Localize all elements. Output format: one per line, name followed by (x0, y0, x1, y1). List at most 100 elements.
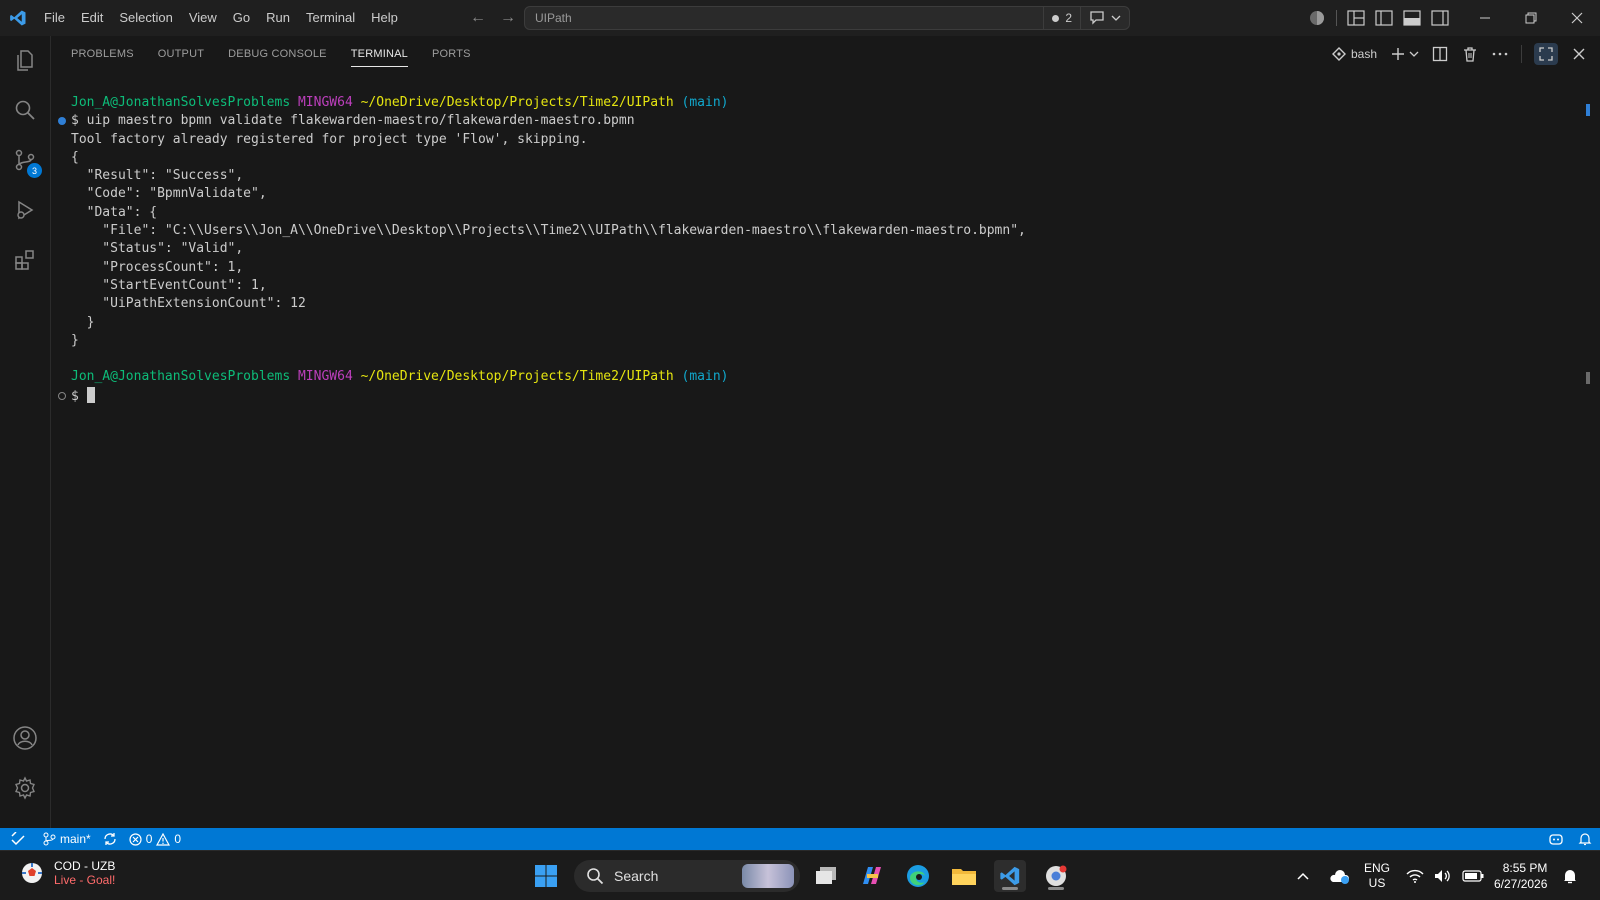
sync-icon (104, 833, 116, 845)
restore-button[interactable] (1508, 0, 1554, 36)
split-terminal-button[interactable] (1431, 45, 1449, 63)
account-circle-icon[interactable] (1308, 9, 1326, 27)
widgets-button[interactable]: COD - UZB Live - Goal! (20, 859, 115, 887)
search-button[interactable] (0, 86, 50, 134)
status-bar-right (1548, 828, 1592, 850)
vscode-taskbar-button[interactable] (994, 860, 1026, 892)
terminal-cursor (86, 386, 95, 403)
start-button[interactable] (530, 860, 562, 892)
copilot-app-button[interactable] (856, 860, 888, 892)
terminal-command-line: $ uip maestro bpmn validate flakewarden-… (58, 112, 1571, 130)
command-center[interactable]: UIPath 2 (524, 6, 1130, 30)
language-indicator[interactable]: ENG US (1364, 851, 1390, 900)
prompt-user: Jon_A@JonathanSolvesProblems (71, 369, 291, 385)
toggle-primary-sidebar-icon[interactable] (1375, 10, 1393, 26)
menu-selection[interactable]: Selection (111, 0, 180, 36)
active-app-indicator (1048, 887, 1064, 890)
toggle-panel-icon[interactable] (1403, 10, 1421, 26)
warning-icon (156, 832, 171, 846)
customize-layout-icon[interactable] (1347, 10, 1365, 26)
terminal-output-line: "Result": "Success", (71, 168, 244, 184)
problems-indicator[interactable]: 0 0 (123, 832, 187, 846)
notification-center-button[interactable] (1562, 851, 1578, 900)
prompt-env: MINGW64 (297, 369, 353, 385)
terminal-bash-icon (1331, 47, 1346, 61)
run-debug-button[interactable] (0, 186, 50, 234)
more-actions-button[interactable] (1491, 45, 1509, 63)
copilot-icon[interactable] (1548, 832, 1564, 846)
chrome-browser-icon (1046, 865, 1067, 886)
forward-arrow-icon[interactable]: → (500, 9, 516, 27)
run-debug-icon (17, 200, 34, 220)
onedrive-tray-button[interactable] (1328, 851, 1350, 900)
menu-run[interactable]: Run (258, 0, 298, 36)
terminal-output-line: "UiPathExtensionCount": 12 (71, 296, 306, 312)
menu-terminal[interactable]: Terminal (298, 0, 363, 36)
tab-problems[interactable]: PROBLEMS (71, 36, 134, 72)
maximize-panel-button[interactable] (1534, 43, 1558, 65)
tab-ports[interactable]: PORTS (432, 36, 471, 72)
error-icon (129, 832, 142, 846)
sync-button[interactable] (97, 832, 123, 846)
widget-subtitle: Live - Goal! (54, 873, 116, 887)
extensions-icon (15, 250, 34, 270)
bell-icon[interactable] (1578, 832, 1592, 846)
system-tray-chevron[interactable] (1296, 851, 1310, 900)
scrollbar-marker (1586, 104, 1590, 116)
notifications-indicator[interactable]: 2 (1043, 7, 1080, 29)
widget-text: COD - UZB Live - Goal! (54, 859, 115, 887)
menu-edit[interactable]: Edit (73, 0, 111, 36)
windows-logo-icon (535, 865, 557, 887)
source-control-badge: 3 (27, 163, 42, 178)
explorer-button[interactable] (0, 36, 50, 84)
tab-terminal[interactable]: TERMINAL (350, 36, 409, 72)
terminal-profile-dropdown[interactable] (1409, 45, 1419, 63)
edge-browser-icon (907, 865, 929, 887)
new-terminal-button[interactable] (1389, 45, 1407, 63)
active-app-indicator (1002, 887, 1018, 890)
terminal-input-line[interactable]: $ (58, 386, 1571, 405)
remote-button[interactable] (0, 828, 36, 850)
terminal-output[interactable]: Jon_A@JonathanSolvesProblems MINGW64 ~/O… (58, 94, 1571, 405)
minimize-button[interactable] (1462, 0, 1508, 36)
toggle-secondary-sidebar-icon[interactable] (1431, 10, 1449, 26)
extensions-button[interactable] (0, 236, 50, 284)
quick-settings-button[interactable] (1406, 851, 1484, 900)
terminal-output-line: } (71, 314, 95, 330)
menu-go[interactable]: Go (225, 0, 258, 36)
plus-icon (1392, 48, 1404, 60)
menu-file[interactable]: File (36, 0, 73, 36)
chrome-taskbar-button[interactable] (1040, 860, 1072, 892)
terminal-prompt: Jon_A@JonathanSolvesProblems MINGW64 ~/O… (71, 368, 1571, 386)
chat-button[interactable] (1080, 7, 1129, 29)
volume-icon (1435, 870, 1450, 882)
clock-date: 6/27/2026 (1494, 877, 1548, 891)
close-window-button[interactable] (1554, 0, 1600, 36)
menu-help[interactable]: Help (363, 0, 406, 36)
accounts-button[interactable] (0, 714, 50, 762)
tab-output[interactable]: OUTPUT (158, 36, 204, 72)
kill-terminal-button[interactable] (1461, 45, 1479, 63)
terminal-shell-selector[interactable]: bash (1331, 47, 1377, 61)
back-arrow-icon[interactable]: ← (470, 9, 486, 27)
file-explorer-button[interactable] (948, 860, 980, 892)
clock-button[interactable]: 8:55 PM 6/27/2026 (1494, 851, 1547, 900)
divider (1336, 10, 1337, 26)
edge-button[interactable] (902, 860, 934, 892)
command-decoration-dot[interactable] (58, 117, 66, 126)
warning-count: 0 (174, 832, 182, 846)
close-panel-button[interactable] (1570, 45, 1588, 63)
windows-taskbar: COD - UZB Live - Goal! Search ENG US 8:5… (0, 850, 1600, 900)
branch-indicator[interactable]: main* (36, 832, 97, 846)
command-decoration-dot[interactable] (58, 391, 66, 400)
search-icon (587, 868, 604, 885)
error-count: 0 (145, 832, 153, 846)
terminal-output-line: Tool factory already registered for proj… (71, 131, 588, 147)
task-view-button[interactable] (810, 860, 842, 892)
taskbar-search[interactable]: Search (574, 860, 800, 892)
tab-debug-console[interactable]: DEBUG CONSOLE (228, 36, 327, 72)
menu-view[interactable]: View (181, 0, 225, 36)
source-control-button[interactable]: 3 (0, 136, 50, 184)
manage-button[interactable] (0, 764, 50, 812)
battery-icon (1462, 870, 1484, 882)
